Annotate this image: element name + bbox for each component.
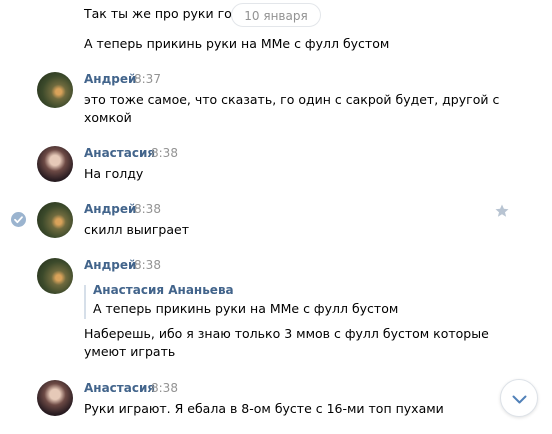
message-text: На голду — [84, 166, 144, 181]
author-name[interactable]: Андрей — [84, 258, 136, 272]
author-name[interactable]: Андрей — [84, 72, 136, 86]
author-name[interactable]: Андрей — [84, 202, 136, 216]
avatar[interactable] — [37, 72, 73, 108]
author-name[interactable]: Анастасия — [84, 381, 155, 395]
message-time[interactable]: 8:37 — [134, 72, 161, 86]
chevron-down-icon — [512, 395, 527, 404]
message-text: умеют играть — [84, 344, 176, 359]
quote-bar — [84, 285, 86, 319]
check-circle-icon[interactable] — [11, 212, 26, 227]
date-separator: 10 января — [231, 3, 321, 27]
avatar[interactable] — [37, 380, 73, 416]
message-text: это тоже самое, что сказать, го один с с… — [84, 92, 500, 107]
avatar[interactable] — [37, 202, 73, 238]
check-mark-glyph — [14, 216, 23, 224]
message-text: Наберешь, ибо я знаю только 3 ммов с фул… — [84, 326, 489, 341]
author-name[interactable]: Анастасия — [84, 146, 155, 160]
quote-author[interactable]: Анастасия Ананьева — [93, 283, 234, 297]
message-time[interactable]: 8:38 — [151, 146, 178, 160]
star-icon[interactable] — [494, 203, 510, 219]
message-text: хомкой — [84, 110, 132, 125]
avatar[interactable] — [37, 146, 73, 182]
message-time[interactable]: 8:38 — [134, 202, 161, 216]
avatar[interactable] — [37, 258, 73, 294]
message-text: скилл выиграет — [84, 222, 189, 237]
quote-text[interactable]: А теперь прикинь руки на ММе с фулл буст… — [93, 301, 398, 316]
message-time[interactable]: 8:38 — [151, 381, 178, 395]
chat-history: Так ты же про руки говорил 10 января А т… — [0, 0, 552, 434]
message-text: А теперь прикинь руки на ММе с фулл буст… — [84, 36, 390, 51]
message-text: Руки играют. Я ебала в 8-ом бусте с 16-м… — [84, 401, 444, 416]
scroll-down-button[interactable] — [500, 379, 538, 417]
message-time[interactable]: 8:38 — [134, 258, 161, 272]
